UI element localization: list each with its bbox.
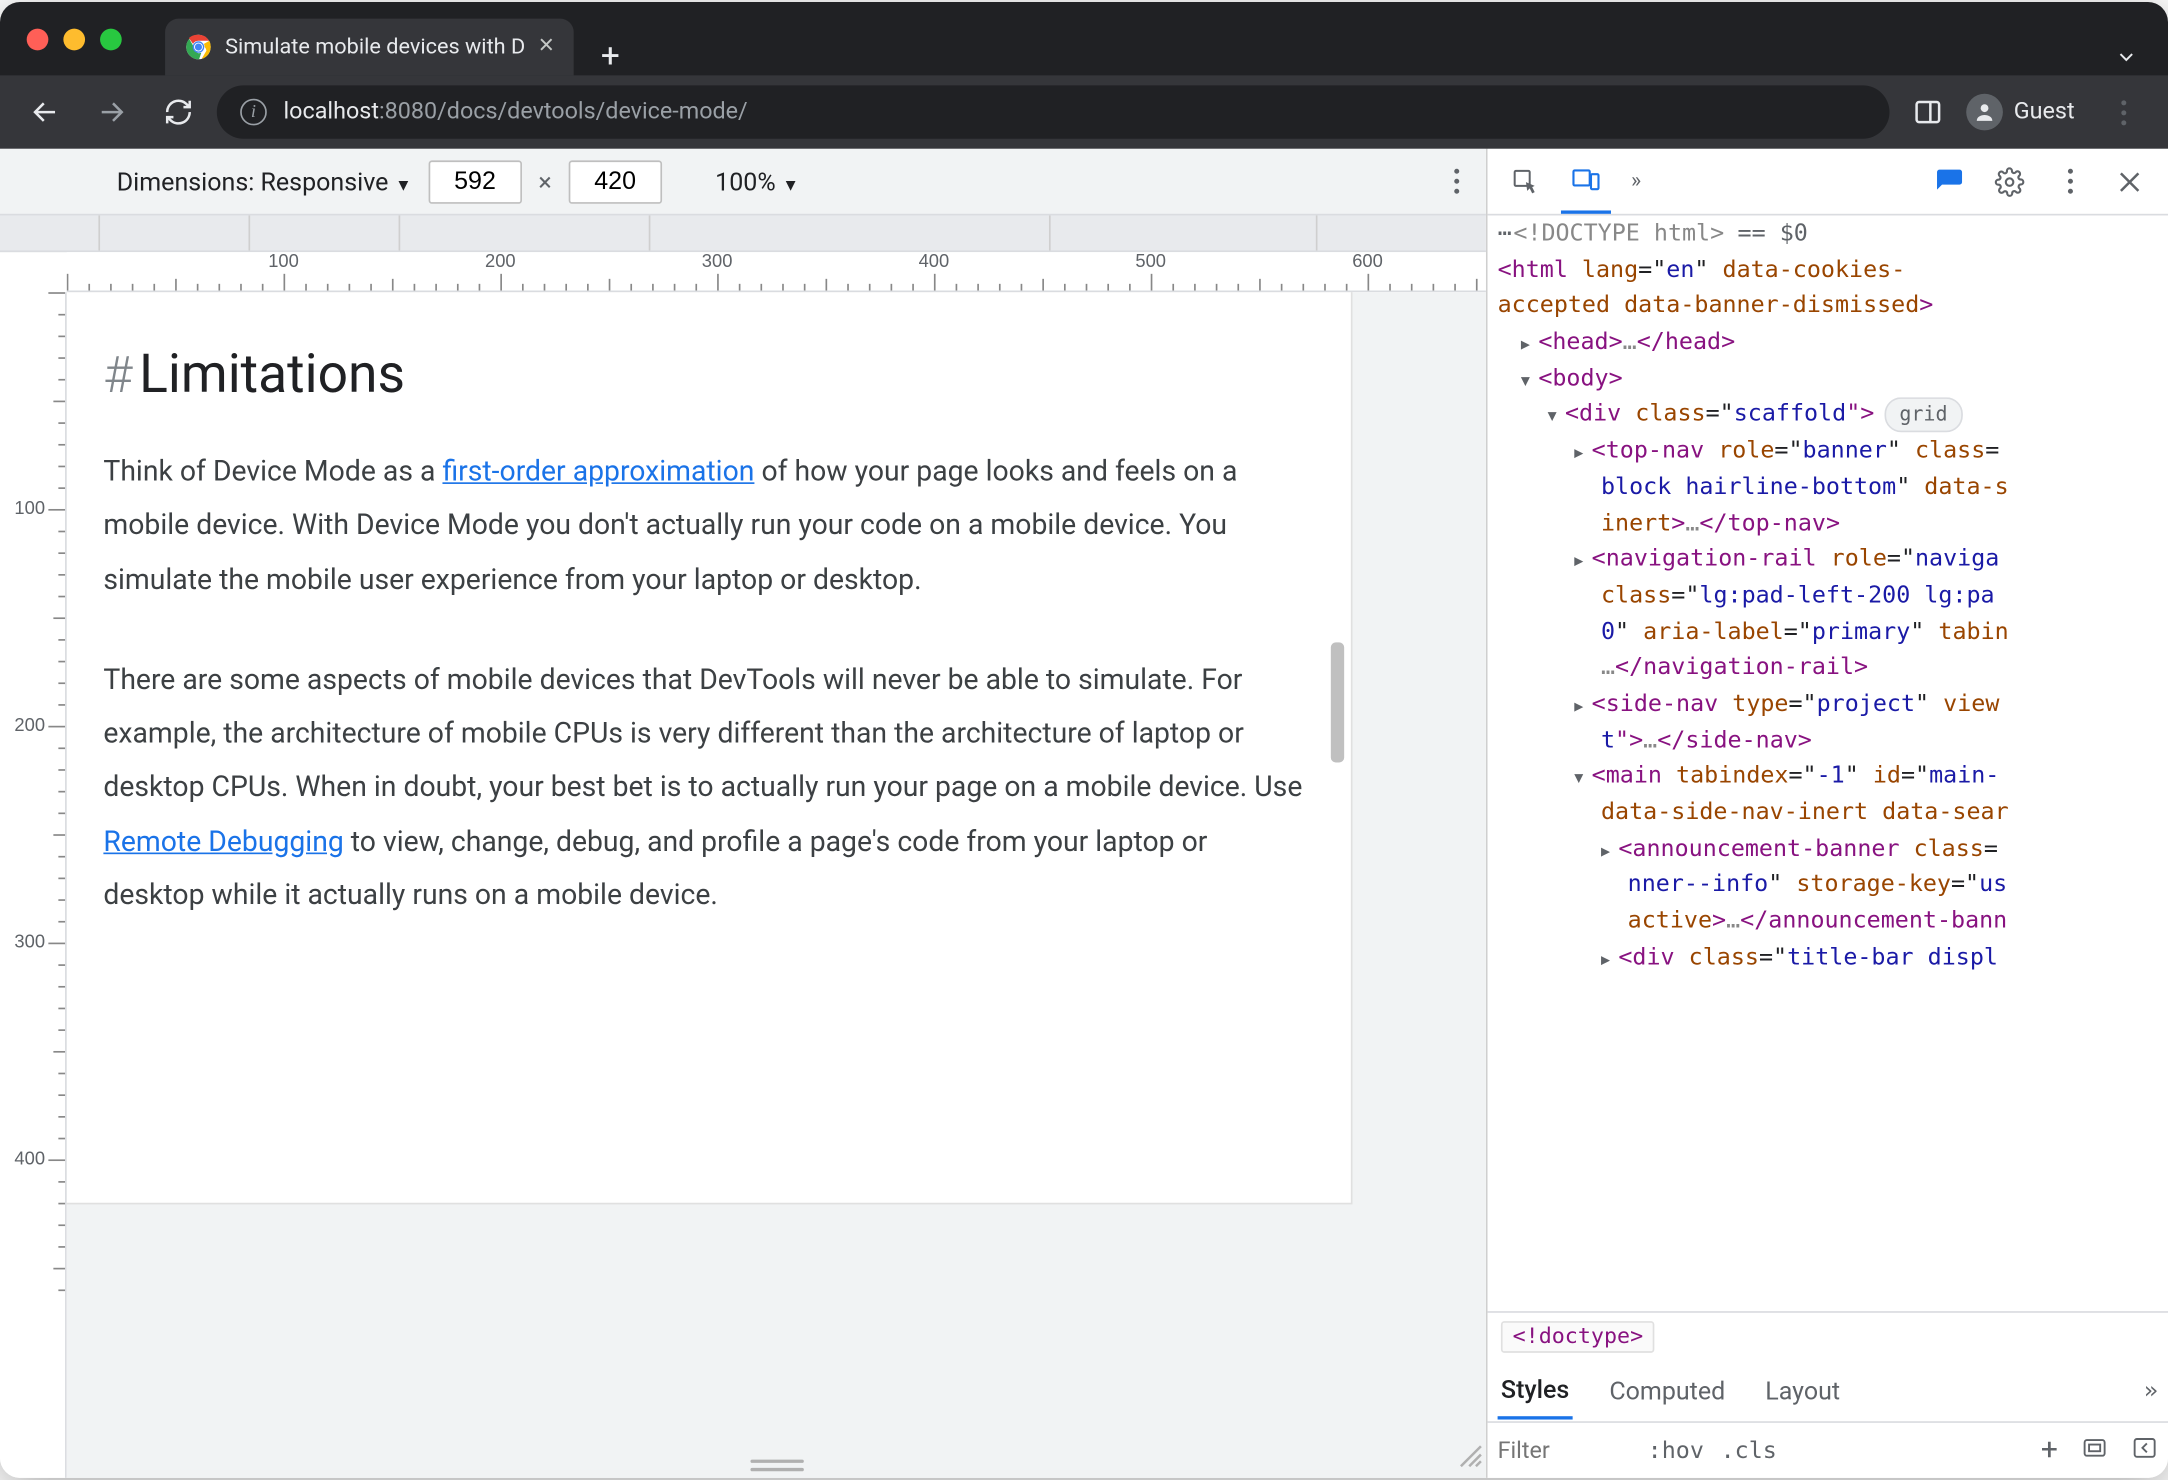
tab-styles[interactable]: Styles [1498, 1363, 1573, 1420]
back-button[interactable] [17, 84, 74, 141]
issues-button[interactable] [1925, 156, 1975, 206]
styles-filter-bar: :hov .cls + [1488, 1421, 2168, 1478]
close-window-button[interactable] [27, 28, 49, 50]
reload-button[interactable] [150, 84, 207, 141]
window-controls [17, 2, 122, 75]
devtools-panel: » ⋯<!DOCTYPE html>== $0 <html lang="en" … [1488, 149, 2168, 1478]
new-tab-button[interactable]: + [587, 35, 633, 75]
zoom-select[interactable]: 100%▼ [715, 166, 799, 196]
toolbar-right: Guest [1899, 84, 2152, 141]
diagonal-resize-icon[interactable] [1456, 1441, 1483, 1474]
media-query-bar[interactable] [0, 215, 1486, 252]
remote-debugging-link[interactable]: Remote Debugging [103, 826, 343, 859]
device-menu-button[interactable] [1444, 159, 1469, 204]
breadcrumb-bar[interactable]: <!doctype> [1488, 1311, 2168, 1361]
url-text: localhost:8080/docs/devtools/device-mode… [284, 99, 748, 126]
width-input[interactable] [428, 160, 521, 203]
device-frame[interactable]: #Limitations Think of Device Mode as a f… [67, 292, 1350, 1203]
profile-chip[interactable]: Guest [1959, 90, 2092, 133]
device-toolbar: Dimensions: Responsive▼ × 100%▼ [0, 149, 1486, 216]
device-stage: #Limitations Think of Device Mode as a f… [67, 292, 1486, 1478]
workspace: Dimensions: Responsive▼ × 100%▼ 10020030… [0, 149, 2168, 1478]
viewport-area: 100200300400500600 100200300400 #Limitat… [0, 252, 1486, 1478]
inspect-button[interactable] [1501, 156, 1551, 206]
browser-menu-button[interactable] [2095, 84, 2152, 141]
dimensions-select[interactable]: Dimensions: Responsive▼ [117, 166, 412, 196]
vertical-ruler: 100200300400 [0, 292, 67, 1478]
zoom-window-button[interactable] [100, 28, 122, 50]
toggle-device-button[interactable] [1561, 150, 1611, 213]
styles-tabs: Styles Computed Layout » [1488, 1361, 2168, 1421]
breadcrumb-doctype[interactable]: <!doctype> [1501, 1321, 1655, 1353]
more-tabs-button[interactable]: » [1621, 169, 1651, 194]
height-input[interactable] [568, 160, 661, 203]
times-glyph: × [538, 166, 551, 196]
browser-toolbar: i localhost:8080/docs/devtools/device-mo… [0, 75, 2168, 148]
devtools-close-button[interactable] [2105, 156, 2155, 206]
close-tab-icon[interactable]: × [539, 34, 555, 61]
device-mode-pane: Dimensions: Responsive▼ × 100%▼ 10020030… [0, 149, 1488, 1478]
forward-button[interactable] [83, 84, 140, 141]
frame-scrollbar[interactable] [1330, 642, 1343, 762]
browser-tab[interactable]: Simulate mobile devices with D × [165, 19, 574, 76]
minimize-window-button[interactable] [63, 28, 85, 50]
computed-layout-icon[interactable] [2081, 1434, 2108, 1467]
tab-title: Simulate mobile devices with D [225, 35, 525, 60]
devtools-toolbar: » [1488, 149, 2168, 216]
browser-window: Simulate mobile devices with D × + i [0, 2, 2168, 1478]
styles-filter-input[interactable] [1498, 1437, 1631, 1464]
hash-icon: # [103, 347, 132, 405]
hov-toggle[interactable]: :hov [1648, 1437, 1704, 1464]
side-panel-button[interactable] [1899, 84, 1956, 141]
grid-badge[interactable]: grid [1884, 398, 1962, 432]
horizontal-ruler: 100200300400500600 [67, 252, 1486, 292]
first-order-link[interactable]: first-order approximation [442, 456, 754, 489]
devtools-menu-button[interactable] [2045, 156, 2095, 206]
add-rule-button[interactable]: + [2041, 1433, 2058, 1468]
tab-search-button[interactable] [2101, 45, 2151, 75]
page-heading: #Limitations [103, 342, 1313, 405]
browser-chrome: Simulate mobile devices with D × + i [0, 2, 2168, 149]
profile-label: Guest [2014, 99, 2075, 126]
tab-computed[interactable]: Computed [1606, 1365, 1729, 1418]
page-paragraph-1: Think of Device Mode as a first-order ap… [103, 446, 1313, 608]
avatar-icon [1965, 94, 2002, 131]
chrome-favicon-icon [185, 34, 212, 61]
more-styles-tabs[interactable]: » [2144, 1378, 2158, 1405]
elements-tree[interactable]: ⋯<!DOCTYPE html>== $0 <html lang="en" da… [1488, 215, 2168, 1311]
address-bar[interactable]: i localhost:8080/docs/devtools/device-mo… [217, 85, 1889, 138]
height-resize-handle[interactable] [750, 1460, 803, 1472]
tab-layout[interactable]: Layout [1762, 1365, 1843, 1418]
cls-toggle[interactable]: .cls [1721, 1437, 1777, 1464]
tab-strip: Simulate mobile devices with D × + [0, 2, 2168, 75]
page-paragraph-2: There are some aspects of mobile devices… [103, 654, 1313, 923]
site-info-icon[interactable]: i [240, 99, 267, 126]
toggle-sidebar-icon[interactable] [2131, 1434, 2158, 1467]
settings-button[interactable] [1985, 156, 2035, 206]
